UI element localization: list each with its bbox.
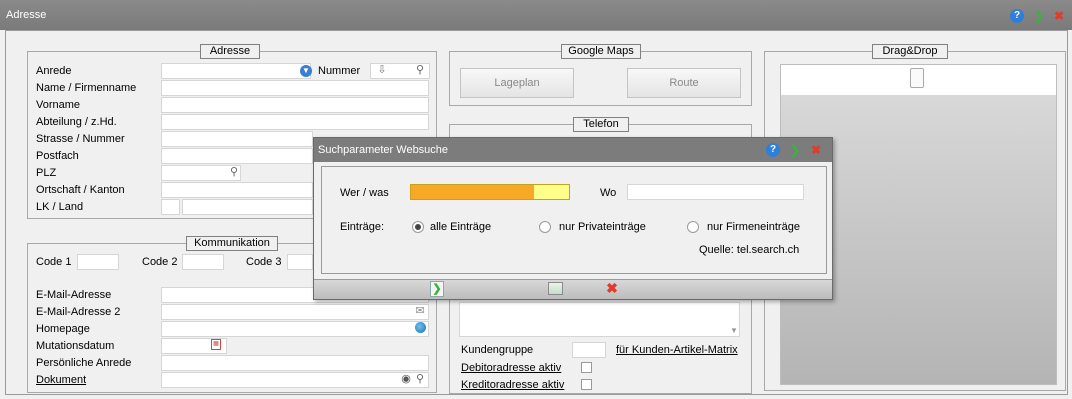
dropdown-icon[interactable]: ▼: [300, 65, 312, 77]
telefon-legend: Telefon: [573, 117, 629, 132]
strasse-label: Strasse / Nummer: [36, 133, 125, 145]
radio-firmen[interactable]: [687, 221, 699, 233]
persoenliche-anrede-field[interactable]: [161, 355, 429, 371]
lk-label: LK / Land: [36, 201, 84, 213]
homepage-label: Homepage: [36, 323, 90, 335]
radio-alle-label: alle Einträge: [430, 221, 492, 233]
code2-label: Code 2: [142, 256, 178, 268]
debitor-checkbox[interactable]: [581, 362, 592, 373]
kreditor-checkbox[interactable]: [581, 379, 592, 390]
dragdrop-legend: Drag&Drop: [872, 44, 948, 59]
debitor-link[interactable]: Debitoradresse aktiv: [461, 361, 561, 375]
kundengruppe-field[interactable]: [572, 342, 606, 358]
websuche-dialog: Suchparameter Websuche ? ❯ ✖ Wer / was W…: [313, 137, 833, 300]
vorname-label: Vorname: [36, 99, 81, 111]
globe-icon[interactable]: [415, 322, 426, 333]
radio-firmen-label: nur Firmeneinträge: [707, 221, 800, 233]
nummer-label: Nummer: [318, 65, 361, 77]
google-maps-legend: Google Maps: [561, 44, 641, 59]
code1-label: Code 1: [36, 256, 72, 268]
dokument-link[interactable]: Dokument: [36, 373, 86, 387]
persoenliche-anrede-label: Persönliche Anrede: [36, 357, 132, 369]
window-title: Adresse: [6, 9, 47, 21]
kunden-matrix-link[interactable]: für Kunden-Artikel-Matrix: [616, 343, 738, 357]
radio-privat[interactable]: [539, 221, 551, 233]
arrow-down-icon[interactable]: ⇩: [375, 64, 389, 76]
dialog-toolbar: [314, 279, 832, 299]
wo-input[interactable]: [627, 184, 804, 200]
dialog-titlebar: Suchparameter Websuche ? ❯ ✖: [314, 138, 832, 162]
email-label: E-Mail-Adresse: [36, 289, 112, 301]
dialog-table-icon[interactable]: [548, 282, 563, 295]
notes-textarea[interactable]: [459, 302, 740, 337]
abteilung-field[interactable]: [161, 114, 429, 130]
route-button[interactable]: Route: [627, 68, 741, 98]
dialog-help-icon[interactable]: ?: [766, 143, 780, 157]
vorname-field[interactable]: [161, 97, 429, 113]
kreditor-link[interactable]: Kreditoradresse aktiv: [461, 378, 564, 392]
abteilung-label: Abteilung / z.Hd.: [36, 116, 117, 128]
lk-code-field[interactable]: [161, 199, 180, 215]
wer-input[interactable]: [410, 184, 570, 200]
plz-label: PLZ: [36, 167, 57, 179]
code3-label: Code 3: [246, 256, 282, 268]
radio-privat-label: nur Privateinträge: [559, 221, 646, 233]
postfach-label: Postfach: [36, 150, 79, 162]
code2-field[interactable]: [182, 254, 224, 270]
calendar-icon[interactable]: ▦: [211, 339, 221, 350]
dialog-confirm-icon[interactable]: ❯: [788, 143, 802, 157]
land-field[interactable]: [182, 199, 313, 215]
scroll-down-icon[interactable]: ▼: [729, 325, 739, 337]
plz-search-icon[interactable]: ⚲: [228, 166, 240, 178]
wo-label: Wo: [600, 187, 617, 199]
name-label: Name / Firmenname: [36, 82, 137, 94]
kommunikation-legend: Kommunikation: [186, 236, 278, 251]
kundengruppe-label: Kundengruppe: [461, 344, 534, 356]
email-send-icon[interactable]: ✉: [414, 305, 426, 317]
adresse-legend: Adresse: [200, 44, 260, 59]
code3-field[interactable]: [287, 254, 313, 270]
dialog-close-icon[interactable]: ✖: [809, 143, 823, 157]
homepage-field[interactable]: [161, 321, 429, 337]
confirm-arrow-icon[interactable]: ❯: [1032, 9, 1046, 23]
email2-label: E-Mail-Adresse 2: [36, 306, 121, 318]
dokument-search-icon[interactable]: ⚲: [414, 373, 426, 385]
anrede-select[interactable]: [161, 63, 311, 79]
anrede-label: Anrede: [36, 65, 72, 77]
postfach-field[interactable]: [161, 148, 313, 164]
lageplan-button[interactable]: Lageplan: [460, 68, 574, 98]
code1-field[interactable]: [77, 254, 119, 270]
strasse-field[interactable]: [161, 131, 313, 147]
clipboard-paste-icon[interactable]: [910, 68, 924, 88]
dialog-cancel-icon[interactable]: ✖: [604, 280, 620, 296]
dialog-title: Suchparameter Websuche: [318, 144, 449, 156]
name-field[interactable]: [161, 80, 429, 96]
mutationsdatum-label: Mutationsdatum: [36, 340, 115, 352]
window-titlebar: Adresse ? ❯ ✖: [0, 0, 1072, 30]
dokument-field[interactable]: [161, 372, 429, 388]
dialog-ok-icon[interactable]: ❯: [430, 281, 444, 297]
search-icon[interactable]: ⚲: [414, 64, 426, 76]
eintraege-label: Einträge:: [340, 221, 385, 233]
wer-label: Wer / was: [340, 187, 389, 199]
email2-field[interactable]: [161, 304, 429, 320]
help-icon[interactable]: ?: [1010, 9, 1024, 23]
ortschaft-label: Ortschaft / Kanton: [36, 184, 125, 196]
view-eye-icon[interactable]: ◉: [400, 373, 412, 385]
ortschaft-field[interactable]: [161, 182, 313, 198]
radio-alle[interactable]: [412, 221, 424, 233]
close-icon[interactable]: ✖: [1052, 9, 1066, 23]
quelle-label: Quelle: tel.search.ch: [699, 244, 800, 256]
